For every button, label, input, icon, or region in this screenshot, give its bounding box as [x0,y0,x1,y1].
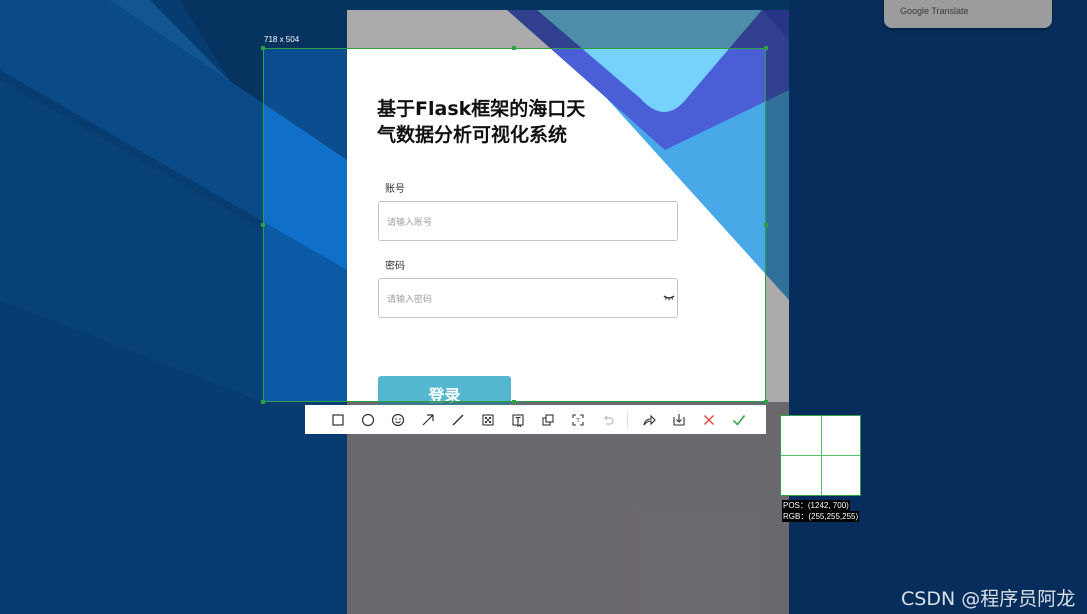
ocr-icon: T [572,413,584,426]
capture-selection[interactable] [263,48,766,402]
dim-overlay-top [0,0,1087,48]
undo-tool[interactable] [593,405,623,434]
resize-handle-left[interactable] [261,223,265,227]
confirm-icon [732,414,746,426]
resize-handle-bottom-right[interactable] [764,400,768,404]
text-tool[interactable] [503,405,533,434]
resize-handle-bottom[interactable] [512,400,516,404]
capture-toolbar: T [305,405,766,434]
undo-icon [604,415,614,425]
rectangle-tool[interactable] [323,405,353,434]
resize-handle-right[interactable] [764,223,768,227]
pin-tool[interactable] [533,405,563,434]
resize-handle-bottom-left[interactable] [261,400,265,404]
cursor-position-readout: POS：(1242, 700) [782,500,850,511]
emoji-icon [391,413,405,426]
save-icon [673,413,685,426]
emoji-tool[interactable] [383,405,413,434]
share-tool[interactable] [634,405,664,434]
ellipse-tool[interactable] [353,405,383,434]
dim-overlay-right [766,48,1087,402]
save-tool[interactable] [664,405,694,434]
dim-overlay-left [0,48,263,402]
arrow-icon [422,413,434,425]
crosshair-vertical [821,416,822,495]
magnifier-preview [780,415,861,496]
pin-icon [542,413,554,426]
confirm-tool[interactable] [724,405,754,434]
text-icon [512,413,524,427]
toolbar-separator [627,412,628,427]
resize-handle-top-left[interactable] [261,46,265,50]
arrow-tool[interactable] [413,405,443,434]
cancel-icon [704,414,714,425]
ocr-tool[interactable]: T [563,405,593,434]
resize-handle-top[interactable] [512,46,516,50]
pixel-color-readout: RGB：(255,255,255) [782,511,860,522]
resize-handle-top-right[interactable] [764,46,768,50]
mosaic-tool[interactable] [473,405,503,434]
selection-size-label: 718 x 504 [264,35,300,44]
line-icon [452,414,464,425]
watermark: CSDN @程序员阿龙 [901,588,1076,610]
mosaic-icon [482,413,494,426]
cancel-tool[interactable] [694,405,724,434]
svg-text:T: T [575,418,580,424]
share-icon [643,414,656,425]
rectangle-icon [332,413,344,426]
ellipse-icon [361,413,375,426]
line-tool[interactable] [443,405,473,434]
